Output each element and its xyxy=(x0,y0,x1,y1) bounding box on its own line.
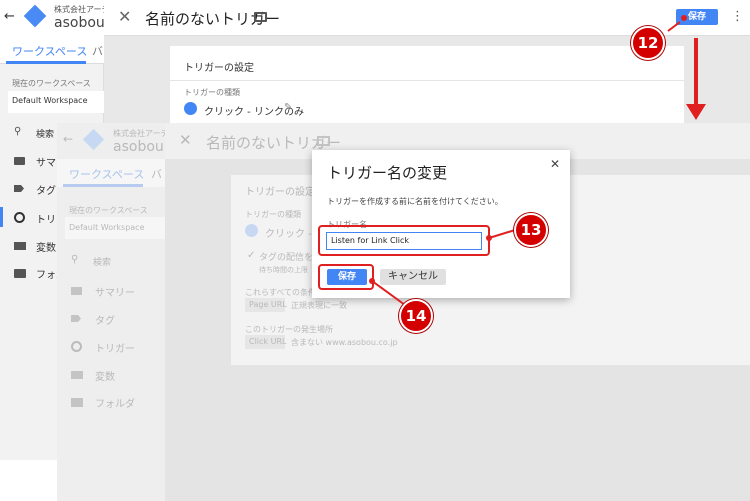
step-badge-14: 14 xyxy=(399,299,433,333)
arrow-13-line xyxy=(488,229,516,239)
arrow-13-dot xyxy=(486,235,492,241)
arrow-12-line xyxy=(667,21,681,32)
flow-arrow-head xyxy=(686,104,706,120)
annotation-arrows xyxy=(369,15,706,306)
arrow-14-dot xyxy=(369,278,375,284)
step-badge-13: 13 xyxy=(514,213,548,247)
step-badge-12: 12 xyxy=(631,26,665,60)
screenshot-root: ← 株式会社アーデ asobou.co ワークスペース バ 現在のワークスペース… xyxy=(0,0,750,501)
arrow-14-line xyxy=(371,280,406,306)
arrow-12-dot xyxy=(681,15,687,21)
